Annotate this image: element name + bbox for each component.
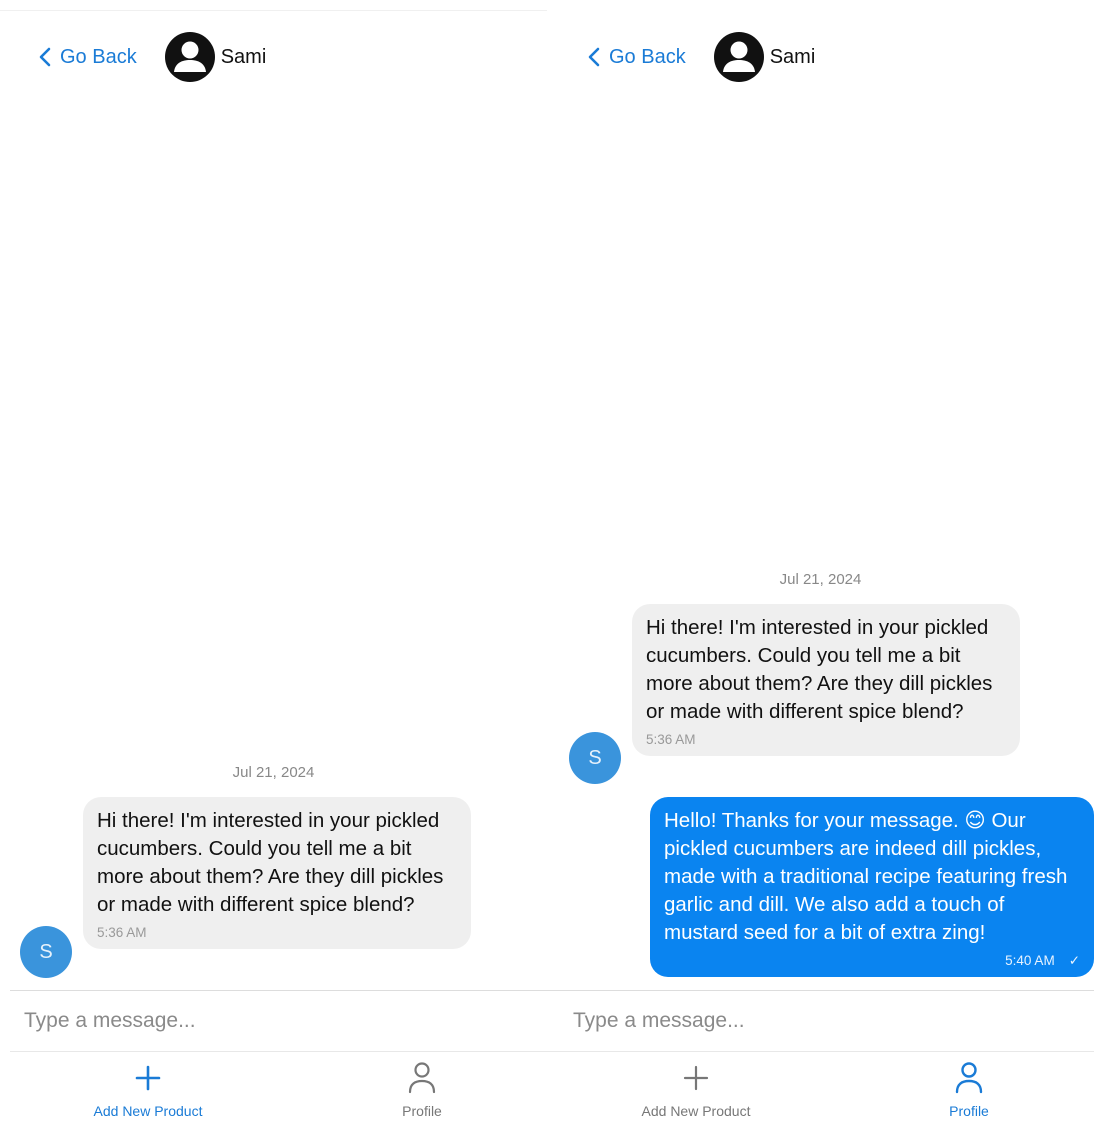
message-text: Hello! Thanks for your message. 😊 Our pi… [664, 809, 1068, 944]
tab-label: Add New Product [641, 1103, 751, 1119]
chat-header: Go Back Sami [36, 30, 266, 84]
contact-name[interactable]: Sami [770, 46, 816, 69]
message-time: 5:36 AM [646, 732, 696, 747]
chat-screen-1: Go Back Sami Jul 21, 2024 S Hi there! I'… [0, 0, 547, 1126]
message-composer [547, 990, 1094, 1052]
message-text: Hi there! I'm interested in your pickled… [646, 616, 993, 723]
divider [0, 10, 547, 11]
go-back-label: Go Back [60, 45, 137, 68]
sent-check-icon: ✓ [1068, 953, 1080, 968]
tab-profile[interactable]: Profile [322, 1061, 522, 1119]
message-composer [10, 990, 547, 1052]
tab-label: Profile [402, 1103, 442, 1119]
go-back-button[interactable]: Go Back [36, 46, 137, 69]
plus-icon [683, 1065, 709, 1091]
sender-avatar: S [569, 732, 621, 784]
incoming-message-bubble[interactable]: Hi there! I'm interested in your pickled… [83, 797, 471, 949]
chat-screen-2: Go Back Sami Jul 21, 2024 S Hi there! I'… [547, 0, 1094, 1126]
tab-label: Profile [949, 1103, 989, 1119]
tab-label: Add New Product [93, 1103, 203, 1119]
date-separator: Jul 21, 2024 [779, 571, 862, 588]
bottom-tab-bar: Add New Product Profile [547, 1053, 1094, 1126]
go-back-button[interactable]: Go Back [585, 46, 686, 69]
message-text: Hi there! I'm interested in your pickled… [97, 809, 444, 916]
person-icon [955, 1062, 983, 1094]
message-time: 5:36 AM [97, 925, 147, 940]
sender-avatar: S [20, 926, 72, 978]
message-time: 5:40 AM [1005, 953, 1055, 968]
chevron-left-icon [588, 47, 600, 67]
tab-add-new-product[interactable]: Add New Product [48, 1061, 248, 1119]
message-meta: 5:40 AM ✓ [664, 953, 1080, 969]
contact-avatar-icon[interactable] [713, 32, 764, 82]
message-input[interactable] [547, 991, 1094, 1051]
chevron-left-icon [39, 47, 51, 67]
person-icon [408, 1062, 436, 1094]
bottom-tab-bar: Add New Product Profile [0, 1053, 547, 1126]
date-separator: Jul 21, 2024 [232, 764, 315, 781]
chat-header: Go Back Sami [585, 30, 815, 84]
contact-name[interactable]: Sami [221, 46, 267, 69]
contact-avatar-icon[interactable] [164, 32, 215, 82]
outgoing-message-bubble[interactable]: Hello! Thanks for your message. 😊 Our pi… [650, 797, 1094, 977]
go-back-label: Go Back [609, 45, 686, 68]
tab-add-new-product[interactable]: Add New Product [596, 1061, 796, 1119]
plus-icon [135, 1065, 161, 1091]
tab-profile[interactable]: Profile [869, 1061, 1069, 1119]
incoming-message-bubble[interactable]: Hi there! I'm interested in your pickled… [632, 604, 1020, 756]
message-input[interactable] [10, 991, 547, 1051]
